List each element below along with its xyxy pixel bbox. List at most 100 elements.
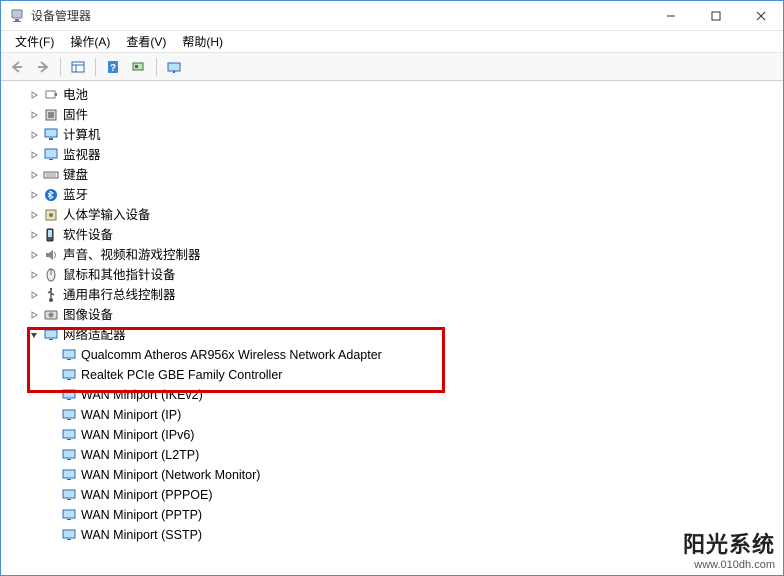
- menubar: 文件(F) 操作(A) 查看(V) 帮助(H): [1, 31, 783, 53]
- collapse-toggle-icon[interactable]: [27, 328, 41, 342]
- category-label: 键盘: [63, 165, 88, 185]
- device-label: WAN Miniport (IKEv2): [81, 385, 203, 405]
- tree-device-item[interactable]: Realtek PCIe GBE Family Controller: [5, 365, 783, 385]
- tree-category[interactable]: 蓝牙: [5, 185, 783, 205]
- expand-toggle-icon[interactable]: [27, 148, 41, 162]
- expand-toggle-icon[interactable]: [27, 88, 41, 102]
- expand-toggle-icon[interactable]: [27, 268, 41, 282]
- network-adapter-icon: [61, 387, 77, 403]
- expand-toggle-icon[interactable]: [27, 188, 41, 202]
- device-label: WAN Miniport (PPPOE): [81, 485, 213, 505]
- close-button[interactable]: [738, 1, 783, 31]
- network-adapter-icon: [61, 507, 77, 523]
- expand-toggle-icon[interactable]: [27, 308, 41, 322]
- expand-toggle-icon[interactable]: [27, 208, 41, 222]
- network-adapter-icon: [61, 447, 77, 463]
- device-manager-icon: [9, 8, 25, 24]
- tree-device-item[interactable]: WAN Miniport (SSTP): [5, 525, 783, 545]
- device-tree[interactable]: 电池固件计算机监视器键盘蓝牙人体学输入设备软件设备声音、视频和游戏控制器鼠标和其…: [1, 81, 783, 575]
- toolbar-separator: [95, 58, 96, 76]
- tree-category[interactable]: 电池: [5, 85, 783, 105]
- audio-icon: [43, 247, 59, 263]
- tree-device-item[interactable]: WAN Miniport (PPTP): [5, 505, 783, 525]
- expand-toggle-icon[interactable]: [27, 228, 41, 242]
- show-hidden-button[interactable]: [162, 56, 186, 78]
- maximize-button[interactable]: [693, 1, 738, 31]
- network-adapter-icon: [61, 527, 77, 543]
- expand-toggle-icon[interactable]: [27, 108, 41, 122]
- watermark-brand: 阳光系统: [683, 527, 775, 559]
- category-label: 鼠标和其他指针设备: [63, 265, 176, 285]
- tree-device-item[interactable]: WAN Miniport (PPPOE): [5, 485, 783, 505]
- category-label: 图像设备: [63, 305, 113, 325]
- device-label: WAN Miniport (Network Monitor): [81, 465, 260, 485]
- category-label: 软件设备: [63, 225, 113, 245]
- tree-category[interactable]: 声音、视频和游戏控制器: [5, 245, 783, 265]
- expand-toggle-icon[interactable]: [27, 128, 41, 142]
- tree-category-network[interactable]: 网络适配器: [5, 325, 783, 345]
- tree-device-item[interactable]: WAN Miniport (Network Monitor): [5, 465, 783, 485]
- tree-category[interactable]: 监视器: [5, 145, 783, 165]
- scan-hardware-button[interactable]: [127, 56, 151, 78]
- tree-device-item[interactable]: WAN Miniport (IPv6): [5, 425, 783, 445]
- tree-device-item[interactable]: Qualcomm Atheros AR956x Wireless Network…: [5, 345, 783, 365]
- device-label: WAN Miniport (IP): [81, 405, 181, 425]
- category-label: 固件: [63, 105, 88, 125]
- network-adapter-icon: [61, 367, 77, 383]
- network-adapter-icon: [61, 487, 77, 503]
- category-label: 计算机: [63, 125, 101, 145]
- tree-category[interactable]: 软件设备: [5, 225, 783, 245]
- software-icon: [43, 227, 59, 243]
- watermark: 阳光系统 www.010dh.com: [683, 527, 775, 571]
- back-button[interactable]: [5, 56, 29, 78]
- category-label: 声音、视频和游戏控制器: [63, 245, 201, 265]
- tree-device-item[interactable]: WAN Miniport (L2TP): [5, 445, 783, 465]
- tree-category[interactable]: 键盘: [5, 165, 783, 185]
- tree-category[interactable]: 图像设备: [5, 305, 783, 325]
- menu-file[interactable]: 文件(F): [7, 31, 62, 52]
- tree-category[interactable]: 通用串行总线控制器: [5, 285, 783, 305]
- category-label: 蓝牙: [63, 185, 88, 205]
- forward-button[interactable]: [31, 56, 55, 78]
- tree-category[interactable]: 鼠标和其他指针设备: [5, 265, 783, 285]
- bluetooth-icon: [43, 187, 59, 203]
- usb-icon: [43, 287, 59, 303]
- device-label: Qualcomm Atheros AR956x Wireless Network…: [81, 345, 382, 365]
- chip-icon: [43, 107, 59, 123]
- imaging-icon: [43, 307, 59, 323]
- watermark-url: www.010dh.com: [683, 559, 775, 571]
- properties-button[interactable]: [66, 56, 90, 78]
- category-label: 电池: [63, 85, 88, 105]
- tree-device-item[interactable]: WAN Miniport (IKEv2): [5, 385, 783, 405]
- tree-device-item[interactable]: WAN Miniport (IP): [5, 405, 783, 425]
- device-label: WAN Miniport (L2TP): [81, 445, 199, 465]
- tree-category[interactable]: 计算机: [5, 125, 783, 145]
- network-adapter-icon: [61, 467, 77, 483]
- computer-icon: [43, 127, 59, 143]
- battery-icon: [43, 87, 59, 103]
- expand-toggle-icon[interactable]: [27, 168, 41, 182]
- expand-toggle-icon[interactable]: [27, 288, 41, 302]
- device-label: Realtek PCIe GBE Family Controller: [81, 365, 282, 385]
- network-adapter-icon: [61, 347, 77, 363]
- mouse-icon: [43, 267, 59, 283]
- expand-toggle-icon[interactable]: [27, 248, 41, 262]
- minimize-button[interactable]: [648, 1, 693, 31]
- tree-category[interactable]: 固件: [5, 105, 783, 125]
- titlebar: 设备管理器: [1, 1, 783, 31]
- menu-view[interactable]: 查看(V): [118, 31, 174, 52]
- menu-action[interactable]: 操作(A): [62, 31, 118, 52]
- tree-category[interactable]: 人体学输入设备: [5, 205, 783, 225]
- network-adapter-icon: [61, 407, 77, 423]
- monitor-icon: [43, 147, 59, 163]
- svg-text:?: ?: [110, 63, 116, 74]
- help-button[interactable]: ?: [101, 56, 125, 78]
- category-label: 人体学输入设备: [63, 205, 151, 225]
- menu-help[interactable]: 帮助(H): [174, 31, 231, 52]
- network-icon: [43, 327, 59, 343]
- window-title: 设备管理器: [31, 7, 648, 24]
- hid-icon: [43, 207, 59, 223]
- toolbar-separator: [60, 58, 61, 76]
- category-label: 网络适配器: [63, 325, 126, 345]
- toolbar: ?: [1, 53, 783, 81]
